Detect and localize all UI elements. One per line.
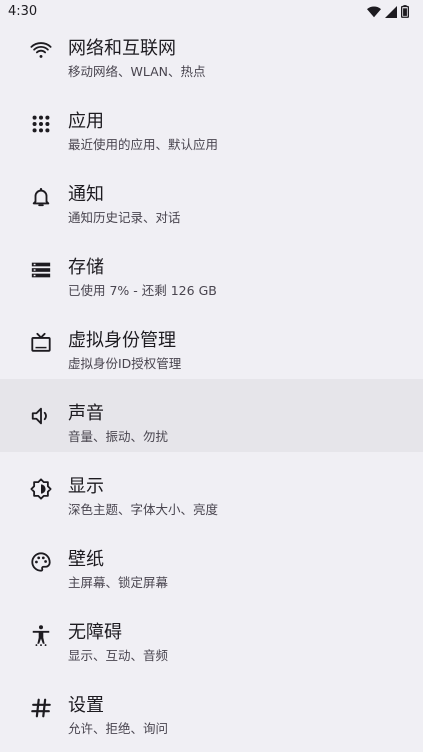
brightness-icon xyxy=(30,478,52,500)
settings-item-subtitle: 显示、互动、音频 xyxy=(68,648,169,663)
apps-grid-icon xyxy=(30,113,52,135)
settings-item-title: 壁纸 xyxy=(68,549,104,570)
settings-item-title: 虚拟身份管理 xyxy=(68,330,176,351)
settings-item-network[interactable]: 网络和互联网 移动网络、WLAN、热点 xyxy=(0,14,423,87)
accessibility-icon xyxy=(30,624,52,646)
speaker-icon xyxy=(30,405,52,427)
settings-item-title: 声音 xyxy=(68,403,104,424)
settings-item-apps[interactable]: 应用 最近使用的应用、默认应用 xyxy=(0,87,423,160)
settings-item-subtitle: 移动网络、WLAN、热点 xyxy=(68,64,206,79)
settings-item-title: 应用 xyxy=(68,111,104,132)
tv-icon xyxy=(30,332,52,354)
wifi-icon xyxy=(30,40,52,62)
bell-icon xyxy=(30,186,52,208)
settings-item-title: 无障碍 xyxy=(68,622,122,643)
settings-item-sound[interactable]: 声音 音量、振动、勿扰 xyxy=(0,379,423,452)
settings-item-permissions[interactable]: 设置 允许、拒绝、询问 xyxy=(0,671,423,744)
hash-icon xyxy=(30,697,52,719)
settings-item-subtitle: 允许、拒绝、询问 xyxy=(68,721,169,736)
storage-icon xyxy=(30,259,52,281)
settings-item-notifications[interactable]: 通知 通知历史记录、对话 xyxy=(0,160,423,233)
settings-item-subtitle: 音量、振动、勿扰 xyxy=(68,429,169,444)
settings-item-title: 显示 xyxy=(68,476,104,497)
settings-list: 网络和互联网 移动网络、WLAN、热点 应用 最近使用的应用、默认应用 通知 通… xyxy=(0,14,423,744)
settings-item-subtitle: 虚拟身份ID授权管理 xyxy=(68,356,182,371)
settings-item-subtitle: 主屏幕、锁定屏幕 xyxy=(68,575,169,590)
settings-item-subtitle: 深色主题、字体大小、亮度 xyxy=(68,502,219,517)
settings-item-title: 存储 xyxy=(68,257,104,278)
settings-item-display[interactable]: 显示 深色主题、字体大小、亮度 xyxy=(0,452,423,525)
palette-icon xyxy=(30,551,52,573)
settings-item-subtitle: 最近使用的应用、默认应用 xyxy=(68,137,219,152)
settings-item-accessibility[interactable]: 无障碍 显示、互动、音频 xyxy=(0,598,423,671)
settings-item-subtitle: 已使用 7% - 还剩 126 GB xyxy=(68,283,217,298)
settings-item-title: 网络和互联网 xyxy=(68,38,176,59)
settings-item-subtitle: 通知历史记录、对话 xyxy=(68,210,181,225)
settings-item-virtual-identity[interactable]: 虚拟身份管理 虚拟身份ID授权管理 xyxy=(0,306,423,379)
settings-item-storage[interactable]: 存储 已使用 7% - 还剩 126 GB xyxy=(0,233,423,306)
settings-item-wallpaper[interactable]: 壁纸 主屏幕、锁定屏幕 xyxy=(0,525,423,598)
settings-item-title: 通知 xyxy=(68,184,104,205)
settings-item-title: 设置 xyxy=(68,695,104,716)
